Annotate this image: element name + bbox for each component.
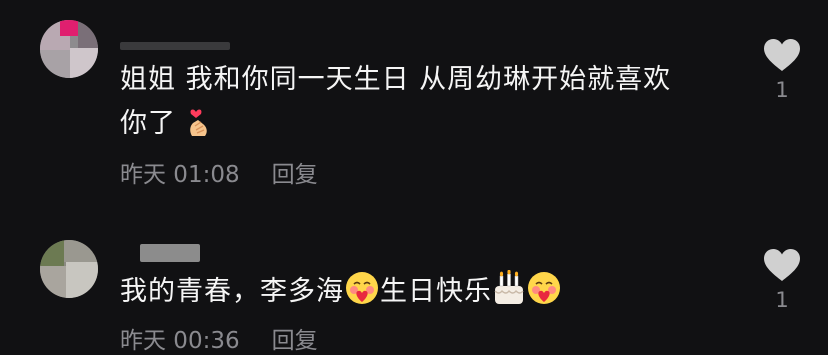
avatar[interactable]: [40, 240, 98, 298]
comment-meta: 昨天 01:08 回复: [120, 155, 318, 189]
comment-text: 姐姐 我和你同一天生日 从周幼琳开始就喜欢 你了: [120, 58, 720, 152]
timestamp: 昨天 00:36: [120, 328, 240, 354]
username[interactable]: [120, 42, 230, 50]
heart-icon: [764, 249, 800, 281]
avatar[interactable]: [40, 20, 98, 78]
username[interactable]: [140, 244, 200, 262]
like-count: 1: [775, 288, 789, 312]
comment-text-line: 你了: [120, 102, 720, 152]
comment-text-line: 姐姐 我和你同一天生日 从周幼琳开始就喜欢: [120, 64, 672, 95]
comment-item: 姐姐 我和你同一天生日 从周幼琳开始就喜欢 你了 昨天 01:08 回复 1: [0, 0, 828, 200]
heart-icon: [764, 39, 800, 71]
reply-button[interactable]: 回复: [272, 162, 318, 188]
like-count: 1: [775, 78, 789, 102]
blush-heart-emoji: [344, 270, 380, 320]
timestamp: 昨天 01:08: [120, 162, 240, 188]
hand-heart-emoji: [186, 106, 212, 152]
comment-meta: 昨天 00:36 回复: [120, 321, 318, 355]
reply-button[interactable]: 回复: [272, 328, 318, 354]
birthday-cake-emoji: [492, 269, 526, 320]
like-button[interactable]: 1: [760, 38, 804, 102]
comment-text: 我的青春，李多海 生日快乐: [120, 269, 720, 320]
like-button[interactable]: 1: [760, 248, 804, 312]
blush-heart-emoji: [526, 270, 562, 320]
comment-item: 我的青春，李多海 生日快乐 昨天 00:36 回复 1: [0, 230, 828, 354]
